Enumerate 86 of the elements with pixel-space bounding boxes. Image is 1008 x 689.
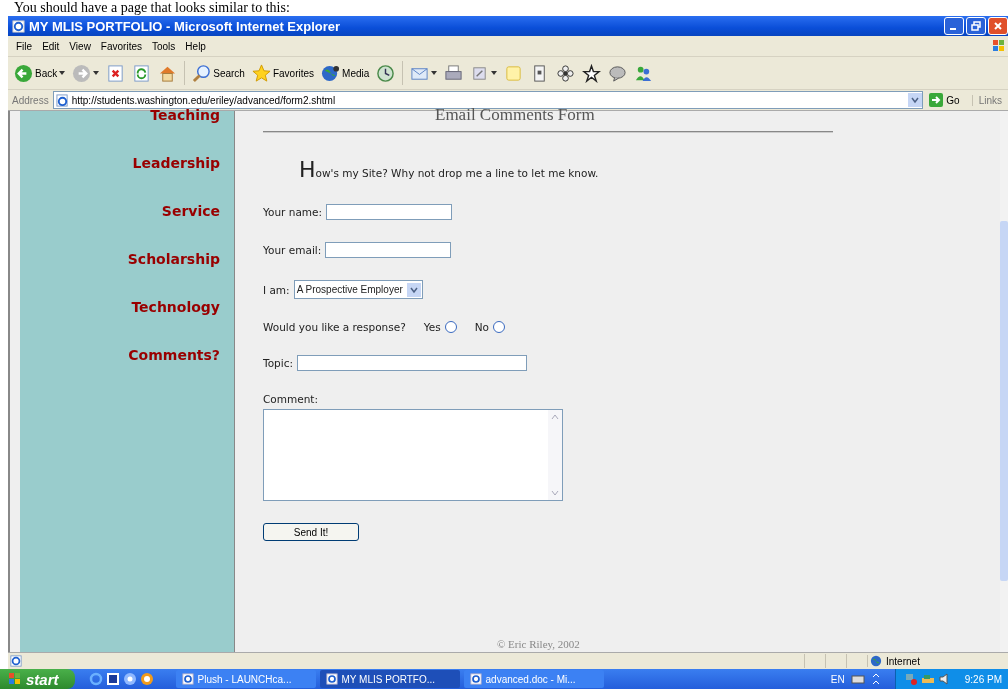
document-icon[interactable] [105,672,120,686]
nav-link[interactable]: Service [161,201,220,221]
nav-link[interactable]: Technology [131,297,220,317]
network-icon[interactable] [920,672,935,686]
document-text: You should have a page that looks similar to this: [13,0,291,16]
links-button[interactable]: Links [971,94,1008,106]
close-icon [993,21,1003,31]
search-icon [192,63,212,83]
browser-icon [181,673,194,685]
browser-icon [325,673,338,685]
taskbar-button[interactable]: advanced.doc - Mi... [463,670,604,688]
mail-icon[interactable] [122,672,137,686]
toolbar-button[interactable]: Search [190,63,247,83]
windows-logo-icon [992,39,1006,53]
field-label: Your name: [263,206,323,218]
radio-option[interactable]: Yes [423,321,457,333]
zone-text: Internet [886,655,920,667]
minimize-icon [949,28,956,30]
caret-icon [59,71,66,75]
forward-icon [72,63,92,83]
language-indicator[interactable]: EN [828,673,847,685]
page-heading: Email Comments Form [434,107,596,123]
toolbar-button[interactable]: Back [12,63,68,83]
network-icon[interactable] [903,672,918,686]
field-label: I am: [263,283,290,296]
globe-icon [321,63,341,83]
menu-item[interactable]: Tools [147,40,181,52]
windows-logo-icon [8,672,22,686]
role-dropdown[interactable]: A Prospective Employer [293,280,423,299]
nav-link[interactable]: Comments? [128,345,220,365]
keyboard-icon[interactable] [850,672,865,686]
nav-link[interactable]: Scholarship [127,249,220,269]
flower-icon [556,63,576,83]
intro-text: How's my Site? Why not drop me a line to let me know. [299,157,600,182]
go-button[interactable]: Go [927,93,968,107]
browser-icon [12,19,25,33]
caret-icon [491,71,498,75]
browser-icon [469,673,482,685]
name-field[interactable] [326,204,453,220]
topic-field[interactable] [296,355,527,371]
restore-button[interactable] [966,17,986,35]
close-button[interactable] [988,17,1008,35]
radio-option[interactable]: No [474,321,505,333]
media-icon[interactable] [139,672,154,686]
menu-item[interactable]: Edit [37,40,65,52]
taskbar-button[interactable]: Plush - LAUNCHca... [175,670,316,688]
restore-icon [971,21,981,31]
refresh-icon [132,63,152,83]
address-label: Address [12,94,49,106]
page-icon [10,655,22,667]
back-icon [14,63,33,83]
printer-icon [444,63,464,83]
comment-field[interactable] [263,409,563,501]
chat-icon [608,63,628,83]
caret-icon [431,71,438,75]
send-button[interactable]: Send It! [263,523,359,541]
field-label: Comment: [263,393,319,405]
scroll-down-icon[interactable] [550,488,560,498]
address-field[interactable]: http://students.washington.edu/eriley/advanced/form2.shtml [52,91,924,109]
nav-link[interactable]: Leadership [132,153,220,173]
question-text: Would you like a response? [263,321,406,333]
menu-item[interactable]: File [11,40,38,52]
email-field[interactable] [325,242,452,258]
page-icon [55,93,69,107]
star-outline-icon [582,63,602,83]
menu-item[interactable]: Help [180,40,211,52]
note-icon [504,63,524,83]
window-title: MY MLIS PORTFOLIO - Microsoft Internet Explorer [29,18,342,34]
taskbar-button[interactable]: MY MLIS PORTFO... [319,670,460,688]
arrow-icon [929,93,944,107]
clock: 9:26 PM [964,673,1002,685]
stop-icon [106,63,126,83]
toolbar-button[interactable]: Media [319,63,372,83]
toolbar-button[interactable]: Favorites [249,63,317,83]
caret-icon [93,71,100,75]
menu-item[interactable]: Favorites [95,40,147,52]
field-label: Your email: [263,244,322,256]
star-icon [251,63,271,83]
minimize-button[interactable] [944,17,964,35]
copyright-text: © Eric Riley, 2002 [496,638,581,652]
start-button[interactable]: start [0,669,75,689]
scroll-up-icon[interactable] [550,412,560,422]
menu-item[interactable]: View [64,40,96,52]
field-label: Topic: [263,357,293,369]
globe-icon [870,655,882,667]
history-icon [376,63,396,83]
